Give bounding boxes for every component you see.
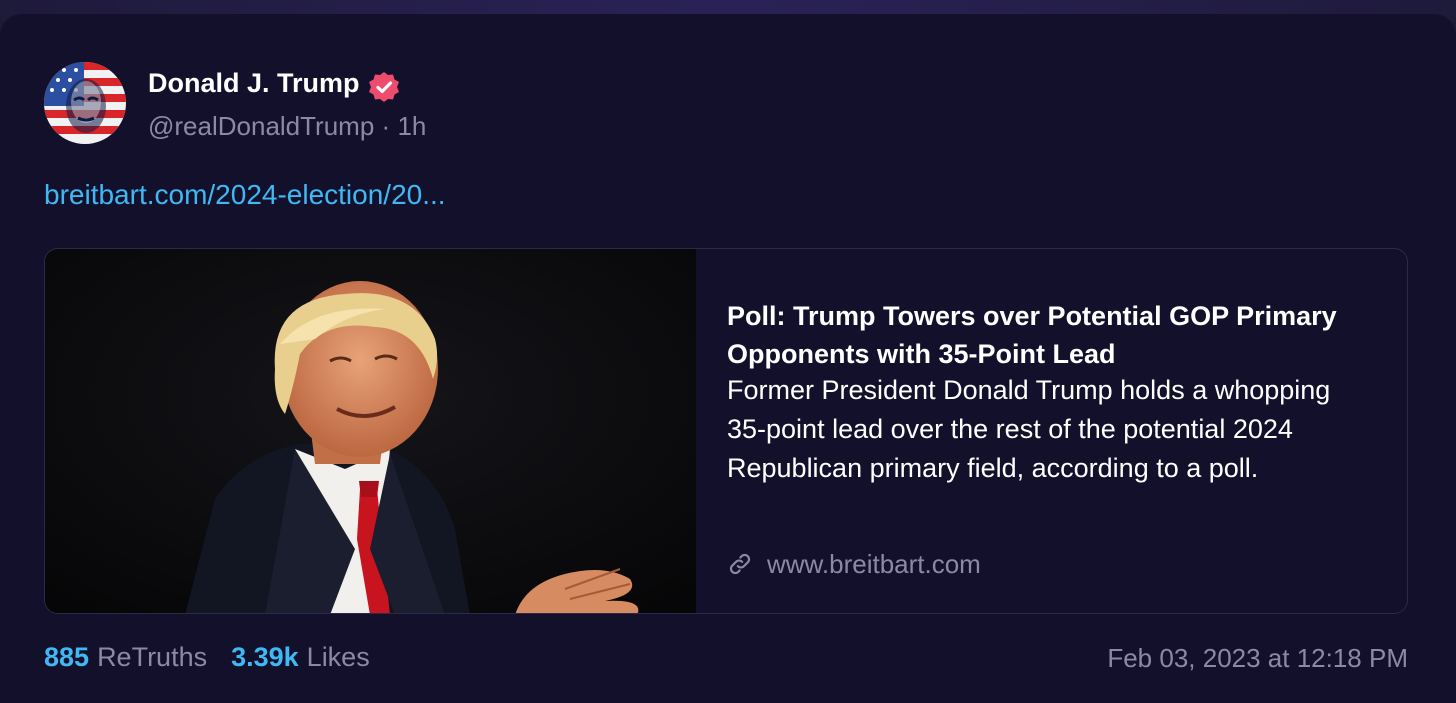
author-handle[interactable]: @realDonaldTrump (148, 111, 374, 141)
retruths-label: ReTruths (97, 642, 208, 672)
link-preview-card[interactable]: Poll: Trump Towers over Potential GOP Pr… (44, 248, 1408, 614)
author-display-name[interactable]: Donald J. Trump (148, 68, 360, 99)
avatar[interactable] (44, 62, 126, 144)
likes-stat[interactable]: 3.39k Likes (231, 642, 370, 673)
verified-badge-icon (369, 72, 399, 102)
preview-domain[interactable]: www.breitbart.com (727, 547, 981, 581)
preview-image (45, 249, 696, 613)
retruths-count: 885 (44, 642, 90, 672)
likes-label: Likes (306, 642, 370, 672)
post-card: Donald J. Trump @realDonaldTrump · 1h br… (0, 14, 1456, 703)
post-link[interactable]: breitbart.com/2024-election/20... (44, 179, 446, 211)
post-timestamp[interactable]: Feb 03, 2023 at 12:18 PM (1107, 643, 1408, 674)
post-stats: 885 ReTruths 3.39k Likes (44, 642, 394, 673)
relative-time[interactable]: 1h (397, 111, 426, 141)
preview-title[interactable]: Poll: Trump Towers over Potential GOP Pr… (727, 297, 1367, 373)
meta-separator: · (381, 111, 391, 141)
author-meta: @realDonaldTrump · 1h (148, 111, 426, 142)
avatar-flag-portrait-icon (44, 62, 126, 144)
link-icon (729, 553, 751, 575)
retruths-stat[interactable]: 885 ReTruths (44, 642, 207, 673)
preview-domain-text: www.breitbart.com (767, 548, 981, 579)
preview-description: Former President Donald Trump holds a wh… (727, 375, 1331, 483)
likes-count: 3.39k (231, 642, 299, 672)
preview-photo (45, 249, 696, 613)
